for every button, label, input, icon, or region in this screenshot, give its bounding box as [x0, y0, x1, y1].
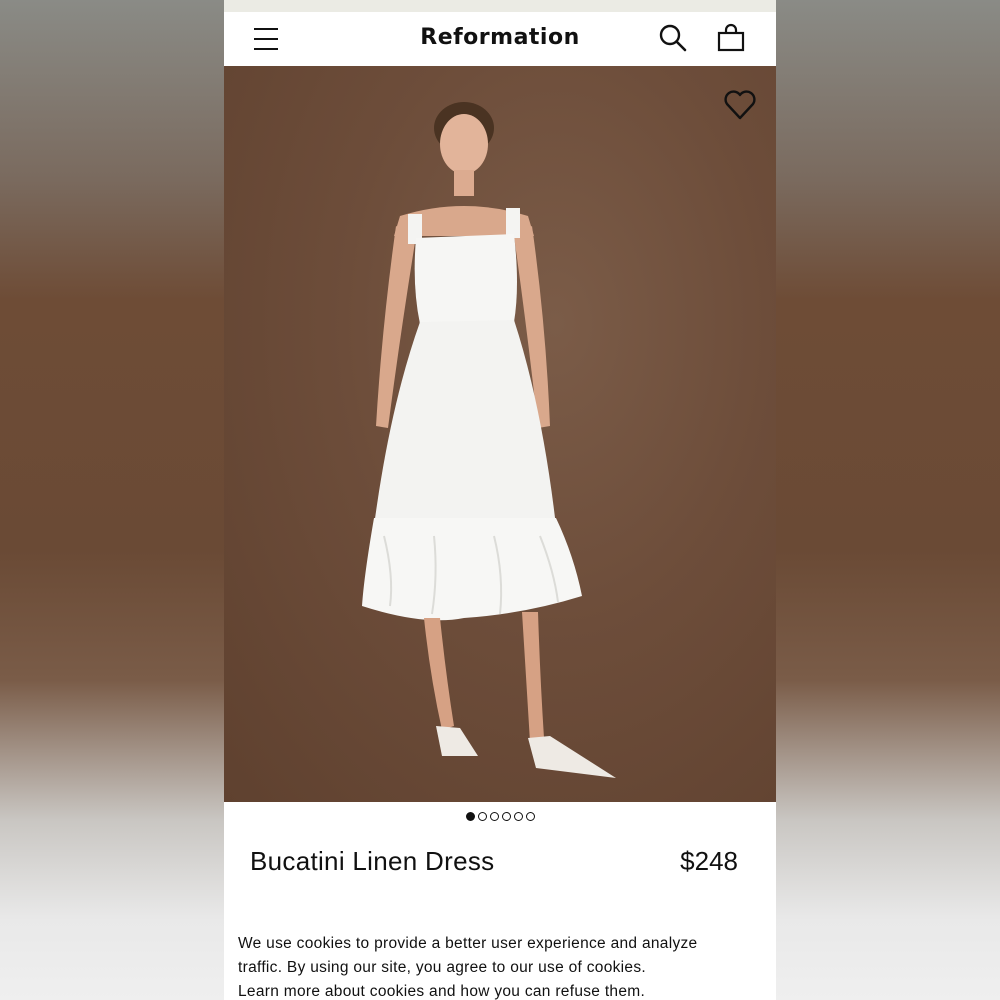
shopping-bag-icon	[717, 23, 745, 52]
blurred-background-left	[0, 0, 224, 1000]
product-title: Bucatini Linen Dress	[250, 846, 495, 876]
cookie-learn-more-link[interactable]: Learn more about cookies and how you can…	[238, 980, 758, 1000]
product-image[interactable]	[224, 66, 776, 802]
cookie-banner: We use cookies to provide a better user …	[238, 932, 758, 1000]
search-icon	[659, 24, 687, 52]
blurred-background-right	[776, 0, 1000, 1000]
wishlist-button[interactable]	[722, 88, 758, 122]
status-strip	[224, 0, 776, 12]
cookie-text-line: traffic. By using our site, you agree to…	[238, 959, 647, 976]
pagination-dot[interactable]	[489, 812, 499, 821]
model-illustration	[362, 102, 616, 778]
brand-logo[interactable]: Reformation	[224, 25, 776, 50]
image-pagination	[224, 812, 776, 821]
product-price: $248	[680, 846, 738, 876]
pagination-dot[interactable]	[465, 812, 475, 821]
mobile-screen: Reformation Bucatini Linen Dress $248 We…	[224, 0, 776, 1000]
site-header: Reformation	[224, 12, 776, 66]
pagination-dot[interactable]	[477, 812, 487, 821]
cookie-text-line: We use cookies to provide a better user …	[238, 935, 698, 952]
pagination-dot[interactable]	[513, 812, 523, 821]
bag-button[interactable]	[716, 23, 746, 53]
pagination-dot[interactable]	[525, 812, 535, 821]
heart-icon	[724, 90, 756, 120]
pagination-dot[interactable]	[501, 812, 511, 821]
search-button[interactable]	[658, 23, 688, 53]
